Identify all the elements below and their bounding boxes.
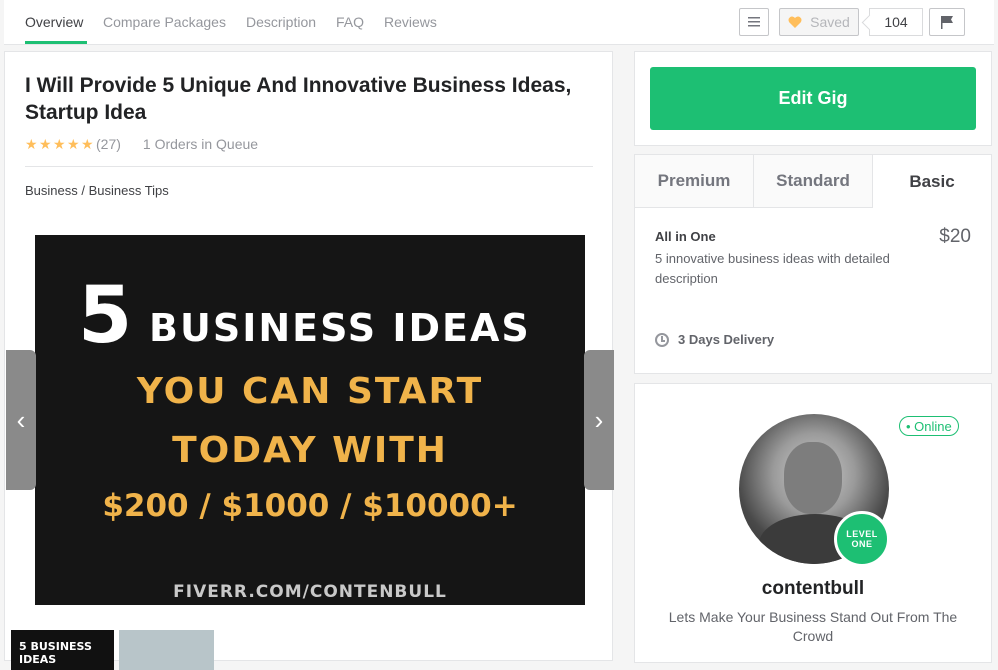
tab-description[interactable]: Description xyxy=(246,14,316,30)
orders-in-queue: 1 Orders in Queue xyxy=(142,136,259,152)
edit-gig-button[interactable]: Edit Gig xyxy=(650,67,976,130)
gallery-thumbnail-1[interactable]: 5 BUSINESS IDEAS xyxy=(11,630,114,670)
tab-overview[interactable]: Overview xyxy=(25,14,83,30)
saved-button[interactable]: Saved xyxy=(779,8,859,36)
heart-icon xyxy=(788,16,802,28)
seller-name[interactable]: contentbull xyxy=(635,578,991,600)
tab-reviews[interactable]: Reviews xyxy=(384,14,437,30)
divider xyxy=(25,166,593,167)
star-icon: ★ xyxy=(53,135,66,152)
package-description: 5 innovative business ideas with detaile… xyxy=(655,251,890,286)
star-icon: ★ xyxy=(25,135,38,152)
gallery-next-button[interactable]: › xyxy=(584,350,614,490)
star-icon: ★ xyxy=(39,135,52,152)
tab-basic[interactable]: Basic xyxy=(873,155,991,208)
chevron-left-icon: ‹ xyxy=(16,404,26,435)
star-icon: ★ xyxy=(81,135,94,152)
gig-gallery-image[interactable]: 5 BUSINESS IDEAS YOU CAN START TODAY WIT… xyxy=(35,235,585,605)
clock-icon xyxy=(655,332,669,347)
avatar-face xyxy=(784,442,842,514)
level-badge-line1: LEVEL xyxy=(846,529,878,539)
package-tabs: Premium Standard Basic xyxy=(635,155,991,208)
image-line-3: TODAY WITH xyxy=(172,430,448,471)
gig-title: I Will Provide 5 Unique And Innovative B… xyxy=(25,74,572,124)
star-icon: ★ xyxy=(67,135,80,152)
package-name: All in One xyxy=(655,229,716,244)
report-button[interactable] xyxy=(929,8,965,36)
delivery-label: 3 Days Delivery xyxy=(678,332,775,347)
flag-icon xyxy=(940,15,954,29)
delivery-time: 3 Days Delivery xyxy=(655,332,774,347)
top-nav: Overview Compare Packages Description FA… xyxy=(4,0,994,45)
tab-standard[interactable]: Standard xyxy=(754,155,873,208)
tab-faq[interactable]: FAQ xyxy=(336,14,364,30)
package-price: $20 xyxy=(939,226,971,247)
saved-label: Saved xyxy=(810,14,850,30)
gallery-thumbnail-2[interactable] xyxy=(119,630,214,670)
tab-premium[interactable]: Premium xyxy=(635,155,754,208)
level-badge-line2: ONE xyxy=(851,539,873,549)
online-status-badge: • Online xyxy=(899,416,959,436)
rating-stars: ★ ★ ★ ★ ★ xyxy=(25,135,94,152)
seller-tagline: Lets Make Your Business Stand Out From T… xyxy=(668,609,958,644)
rating-count[interactable]: (27) xyxy=(96,136,121,152)
menu-button[interactable] xyxy=(739,8,769,36)
image-line-2: YOU CAN START xyxy=(136,371,484,412)
breadcrumb[interactable]: Business / Business Tips xyxy=(25,183,169,198)
image-footer-url: FIVERR.COM/CONTENBULL xyxy=(173,582,447,602)
seller-card: • Online LEVEL ONE contentbull Lets Make… xyxy=(634,383,992,663)
image-big-number: 5 xyxy=(78,271,133,361)
level-badge: LEVEL ONE xyxy=(834,511,890,567)
edit-gig-card: Edit Gig xyxy=(634,51,992,146)
gig-main-card: I Will Provide 5 Unique And Innovative B… xyxy=(4,51,614,670)
gallery-prev-button[interactable]: ‹ xyxy=(6,350,36,490)
image-headline: BUSINESS IDEAS xyxy=(149,306,531,350)
rating-row: ★ ★ ★ ★ ★ (27) 1 Orders in Queue xyxy=(25,136,258,152)
saved-count: 104 xyxy=(869,8,923,36)
active-tab-indicator xyxy=(25,41,87,44)
image-line-4: $200 / $1000 / $10000+ xyxy=(102,488,518,524)
tab-compare-packages[interactable]: Compare Packages xyxy=(103,14,226,30)
package-card: Premium Standard Basic All in One $20 5 … xyxy=(634,154,992,374)
hamburger-icon xyxy=(748,14,760,30)
chevron-right-icon: › xyxy=(594,404,604,435)
